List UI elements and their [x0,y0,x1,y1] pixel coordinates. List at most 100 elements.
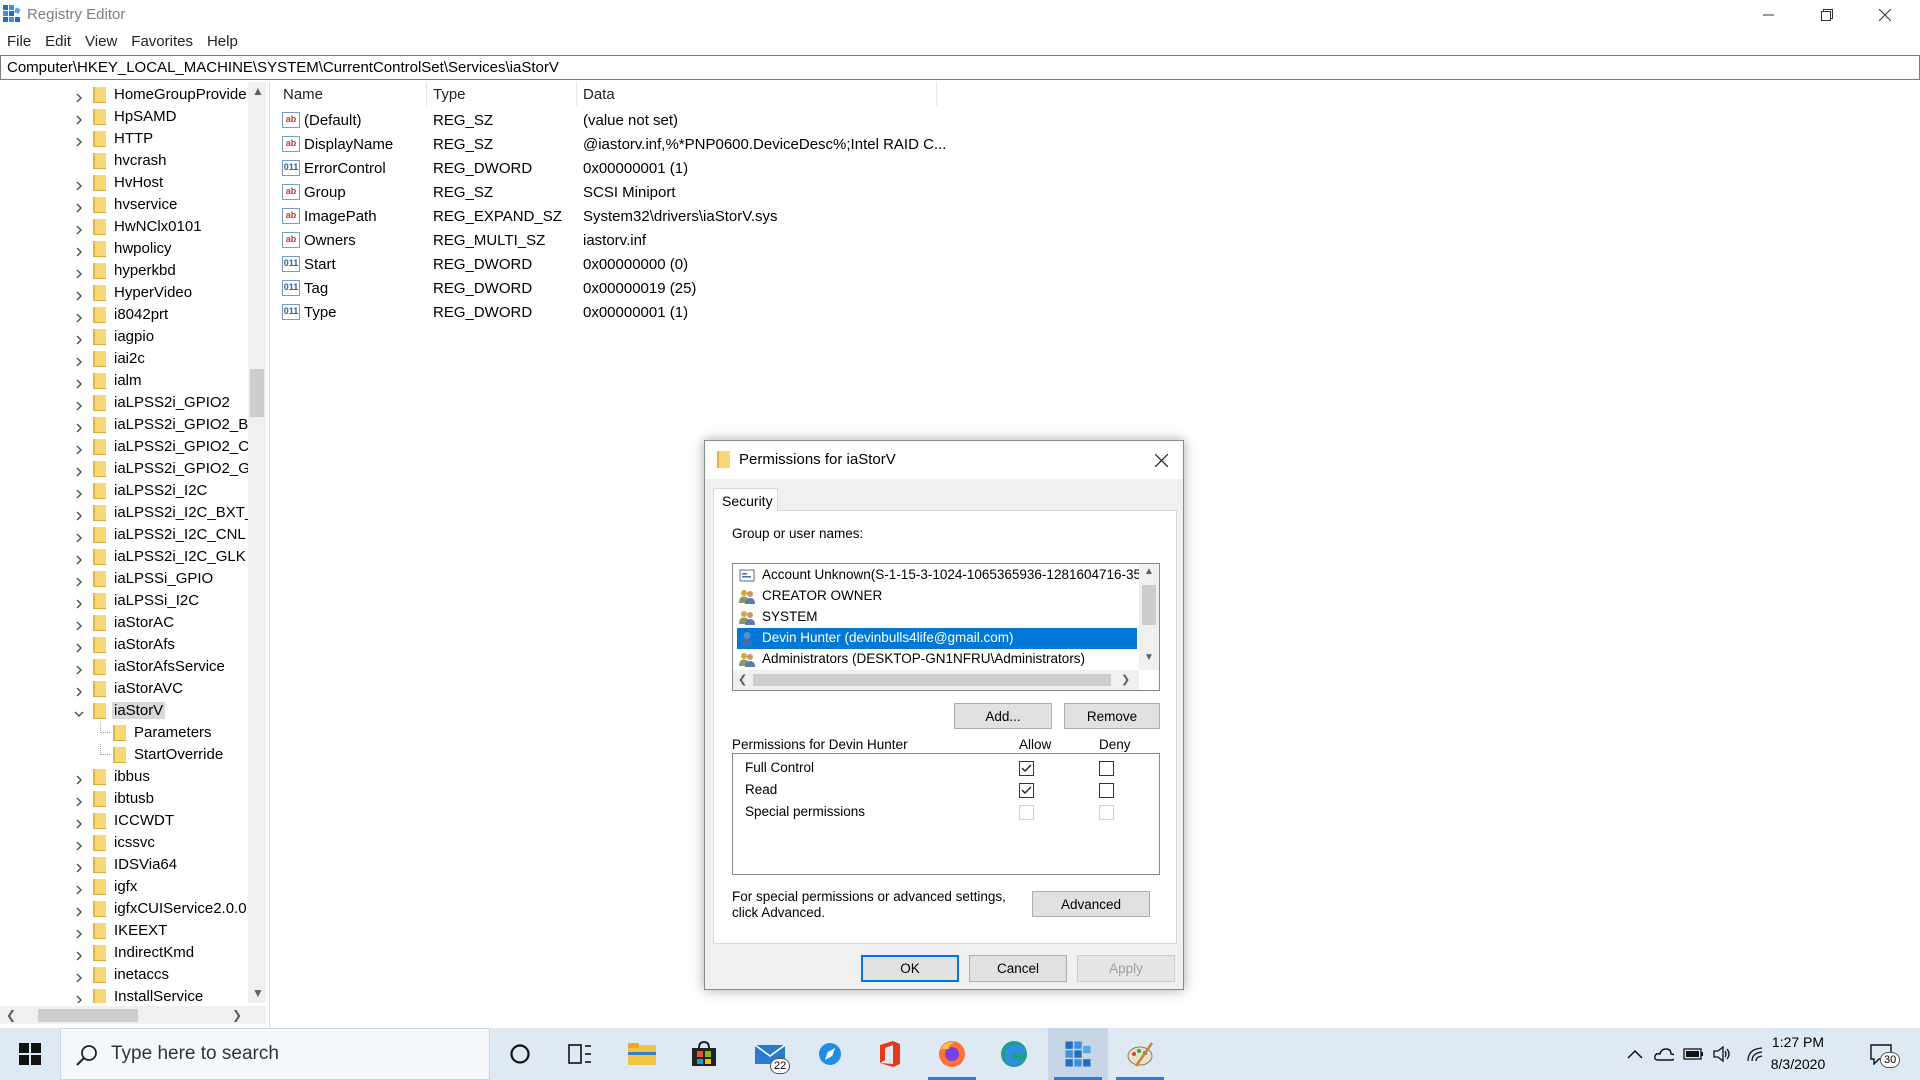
chevron-right-icon[interactable] [74,860,84,873]
paint-button[interactable] [1110,1028,1170,1080]
ok-button[interactable]: OK [861,955,959,982]
tree-node[interactable]: iaStorAVC [0,678,248,700]
scroll-down-icon[interactable]: ▼ [252,986,264,1000]
tree-node[interactable]: i8042prt [0,304,248,326]
action-center-button[interactable]: 30 [1866,1040,1901,1068]
chevron-right-icon[interactable] [74,266,84,279]
value-row[interactable]: ab (Default) REG_SZ (value not set) [274,108,1920,132]
chevron-right-icon[interactable] [74,90,84,103]
chevron-right-icon[interactable] [74,464,84,477]
deny-checkbox[interactable] [1099,761,1114,776]
close-button[interactable] [1856,0,1914,30]
mail-button[interactable]: 22 [740,1028,800,1080]
allow-checkbox[interactable] [1019,783,1034,798]
tree-vertical-scroll-thumb[interactable] [250,369,264,417]
chevron-right-icon[interactable] [74,332,84,345]
battery-button[interactable] [1683,1044,1703,1064]
value-row[interactable]: ab DisplayName REG_SZ @iastorv.inf,%*PNP060… [274,132,1920,156]
column-header-data[interactable]: Data [583,86,615,103]
tree-node[interactable]: ialm [0,370,248,392]
chevron-right-icon[interactable] [74,376,84,389]
cancel-button[interactable]: Cancel [969,955,1067,982]
scroll-up-icon[interactable]: ▲ [1144,566,1154,577]
user-list-horizontal-thumb[interactable] [753,674,1111,686]
chevron-right-icon[interactable] [74,442,84,455]
chevron-right-icon[interactable] [74,640,84,653]
chevron-right-icon[interactable] [74,200,84,213]
apply-button[interactable]: Apply [1077,955,1175,982]
file-explorer-button[interactable] [612,1028,672,1080]
tree-node[interactable]: iaStorAfs [0,634,248,656]
chevron-right-icon[interactable] [74,970,84,983]
allow-checkbox[interactable] [1019,761,1034,776]
tree-node[interactable]: iaLPSS2i_GPIO2_BXT [0,414,248,436]
scroll-right-icon[interactable]: ❯ [232,1008,242,1022]
column-divider[interactable] [936,82,937,106]
chevron-right-icon[interactable] [74,222,84,235]
chevron-right-icon[interactable] [74,596,84,609]
tree-node[interactable]: StartOverride [0,744,248,766]
tree-node[interactable]: ICCWDT [0,810,248,832]
value-row[interactable]: ab Group REG_SZ SCSI Miniport [274,180,1920,204]
tree-node[interactable]: igfx [0,876,248,898]
chevron-right-icon[interactable] [74,508,84,521]
menu-help[interactable]: Help [200,30,245,54]
tree-node[interactable]: iaStorAC [0,612,248,634]
tree-vertical-scrollbar[interactable]: ▲ ▼ [248,82,266,1003]
chevron-right-icon[interactable] [74,486,84,499]
tree-node[interactable]: iaLPSS2i_I2C_GLK [0,546,248,568]
chevron-right-icon[interactable] [74,772,84,785]
tree-node[interactable]: hyperkbd [0,260,248,282]
chevron-right-icon[interactable] [74,948,84,961]
value-row[interactable]: 011 Type REG_DWORD 0x00000001 (1) [274,300,1920,324]
column-header-type[interactable]: Type [433,86,466,103]
tree-node[interactable]: HomeGroupProvide [0,84,248,106]
tree-node[interactable]: HpSAMD [0,106,248,128]
tree-node[interactable]: ibbus [0,766,248,788]
menu-view[interactable]: View [78,30,124,54]
tree-node[interactable]: iaLPSSi_GPIO [0,568,248,590]
chevron-right-icon[interactable] [74,112,84,125]
tree-node[interactable]: igfxCUIService2.0.0.0 [0,898,248,920]
chevron-right-icon[interactable] [74,134,84,147]
show-hidden-icons-button[interactable] [1625,1044,1645,1064]
tree-node[interactable]: iaStorAfsService [0,656,248,678]
taskbar-search-box[interactable]: Type here to search [60,1028,490,1080]
remove-button[interactable]: Remove [1064,703,1160,729]
value-row[interactable]: ab ImagePath REG_EXPAND_SZ System32\drivers… [274,204,1920,228]
chevron-right-icon[interactable] [74,310,84,323]
menu-favorites[interactable]: Favorites [124,30,200,54]
user-list-item[interactable]: CREATOR OWNER [737,586,1137,607]
user-list-horizontal-scrollbar[interactable]: ❮ ❯ [733,670,1139,690]
advanced-button[interactable]: Advanced [1032,891,1150,917]
tree-node[interactable]: icssvc [0,832,248,854]
chevron-right-icon[interactable] [74,420,84,433]
chevron-right-icon[interactable] [74,882,84,895]
scroll-down-icon[interactable]: ▼ [1144,652,1154,663]
tree-node[interactable]: InstallService [0,986,248,1003]
value-row[interactable]: ab Owners REG_MULTI_SZ iastorv.inf [274,228,1920,252]
chevron-right-icon[interactable] [74,244,84,257]
scroll-left-icon[interactable]: ❮ [738,673,747,686]
tree-node[interactable]: iaLPSS2i_GPIO2 [0,392,248,414]
add-button[interactable]: Add... [954,703,1052,729]
tree-node[interactable]: iaLPSS2i_GPIO2_CNL [0,436,248,458]
restore-button[interactable] [1798,0,1856,30]
tree-node[interactable]: hwpolicy [0,238,248,260]
tree-node[interactable]: IndirectKmd [0,942,248,964]
chevron-right-icon[interactable] [74,684,84,697]
tree-node[interactable]: IDSVia64 [0,854,248,876]
minimize-button[interactable] [1740,0,1798,30]
tree-node[interactable]: IKEEXT [0,920,248,942]
value-row[interactable]: 011 ErrorControl REG_DWORD 0x00000001 (1) [274,156,1920,180]
chevron-right-icon[interactable] [74,398,84,411]
tree-node[interactable]: iaLPSS2i_I2C_CNL [0,524,248,546]
tree-node[interactable]: HvHost [0,172,248,194]
column-divider[interactable] [426,82,427,106]
chevron-right-icon[interactable] [74,662,84,675]
menu-file[interactable]: File [0,30,38,54]
task-view-button[interactable] [550,1028,610,1080]
safari-like-browser-button[interactable] [800,1028,860,1080]
cortana-button[interactable] [490,1028,550,1080]
tree-node[interactable]: hvcrash [0,150,248,172]
